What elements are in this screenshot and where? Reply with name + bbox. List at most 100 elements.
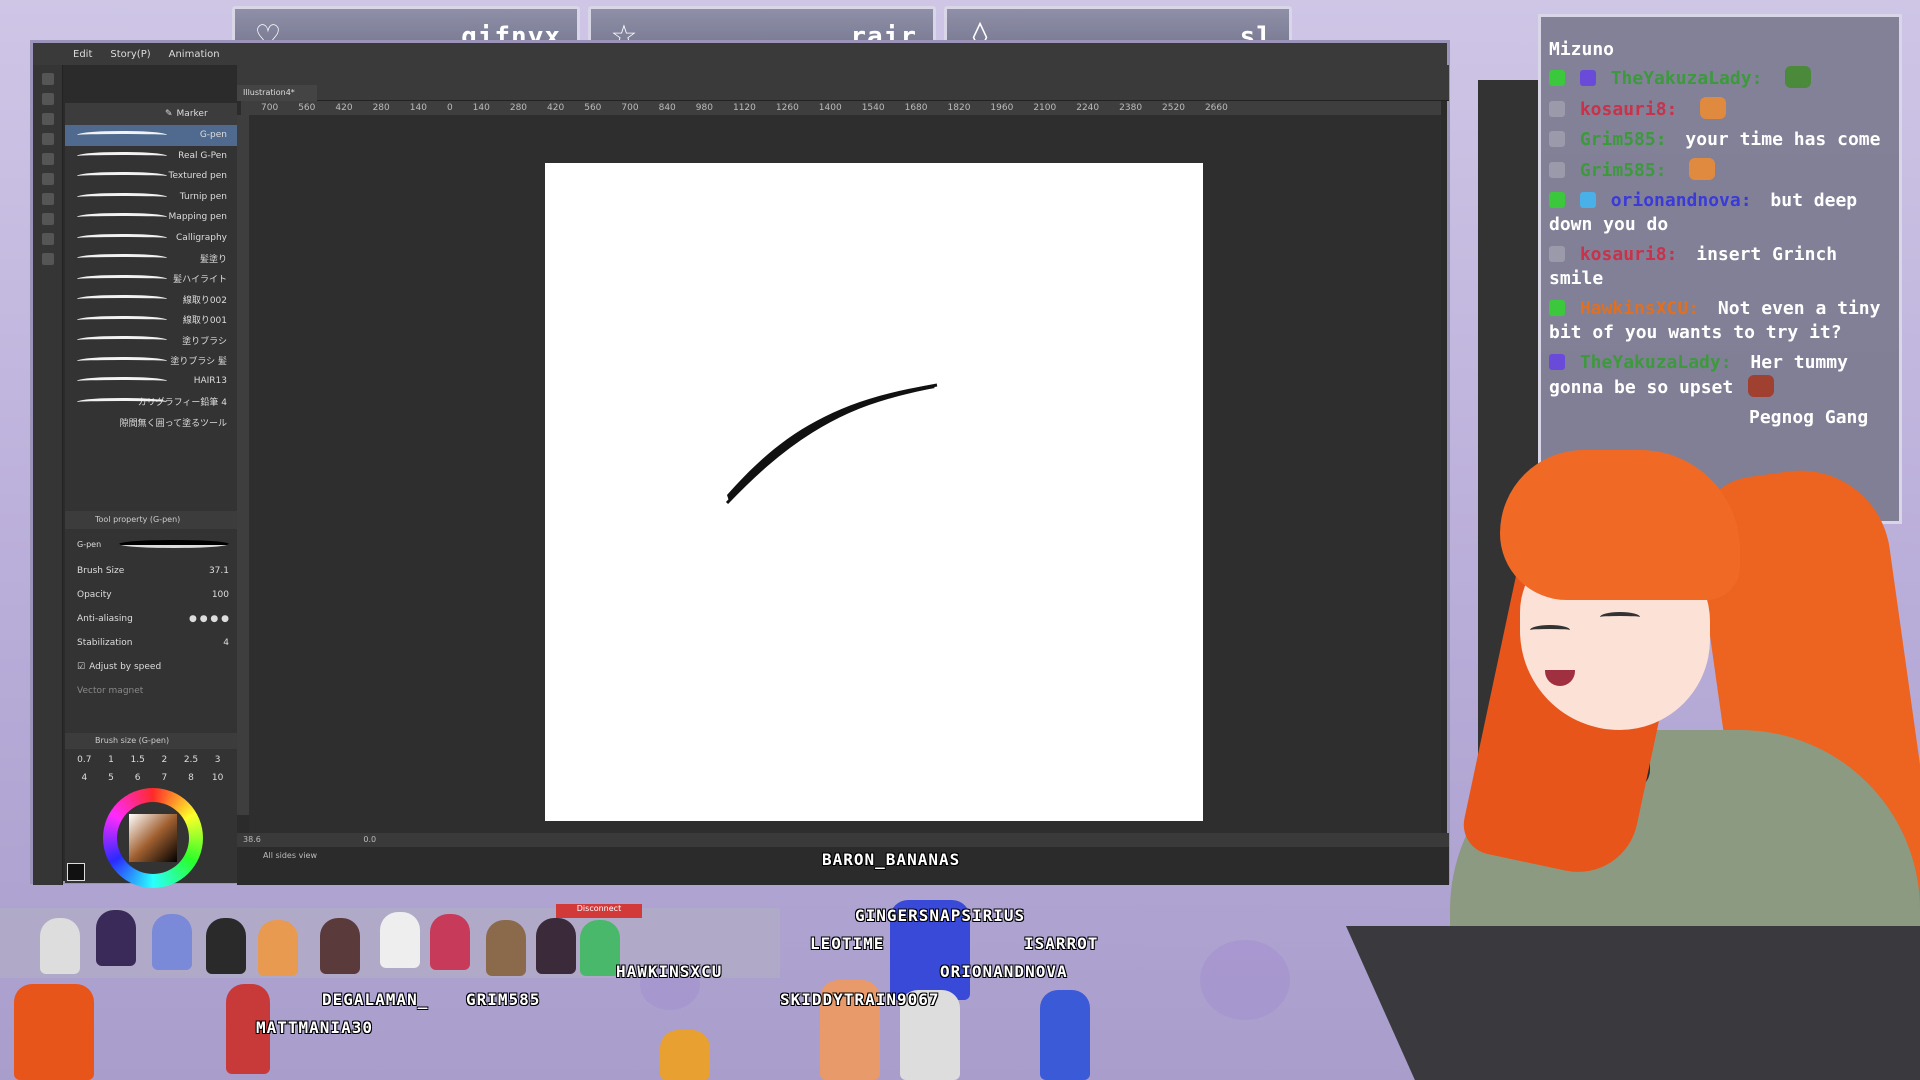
size-preset[interactable]: 2 [151, 755, 178, 765]
brush-item[interactable]: 線取り001 [65, 310, 237, 331]
ruler-tick: 1680 [904, 103, 928, 113]
brush-label: Turnip pen [179, 191, 227, 202]
brush-stroke-preview [77, 131, 167, 139]
tool-icon[interactable] [41, 133, 54, 145]
size-preset[interactable]: 10 [204, 773, 231, 783]
subtool-group-tab[interactable]: ✎ Marker [65, 103, 237, 125]
size-preset[interactable]: 6 [124, 773, 151, 783]
brush-stroke-preview [77, 233, 167, 242]
opacity-value[interactable]: 100 [212, 590, 229, 600]
brush-item[interactable]: 髪塗り [65, 248, 237, 269]
brush-size-value[interactable]: 37.1 [209, 566, 229, 576]
adjust-speed-row[interactable]: ☑ Adjust by speed [65, 655, 237, 679]
brush-item[interactable]: Turnip pen [65, 187, 237, 208]
checkbox-icon[interactable]: ☑ [77, 662, 85, 672]
size-preset[interactable]: 4 [71, 773, 98, 783]
size-preset[interactable]: 5 [98, 773, 125, 783]
brush-preset-preview[interactable]: G-pen [65, 529, 237, 559]
brush-stroke-preview [77, 151, 167, 160]
opacity-row[interactable]: Opacity 100 [65, 583, 237, 607]
ruler-tick: 2240 [1076, 103, 1100, 113]
size-preset[interactable]: 7 [151, 773, 178, 783]
ruler-tick: 140 [409, 103, 427, 113]
tool-icon[interactable] [41, 173, 54, 185]
chat-message: Pegnog Gang [1549, 406, 1891, 430]
brush-item[interactable]: 塗りブラシ 髪 [65, 351, 237, 372]
size-preset[interactable]: 1 [98, 755, 125, 765]
document-tab[interactable]: Illustration4* [237, 85, 317, 101]
brush-stroke-preview [77, 213, 167, 221]
brush-item[interactable]: 隙間無く囲って塗るツール [65, 412, 237, 433]
chat-message: TheYakuzaLady: Her tummy gonna be so ups… [1549, 351, 1891, 400]
tool-icon[interactable] [41, 93, 54, 105]
brush-item[interactable]: Mapping pen [65, 207, 237, 228]
crown-badge-icon [1579, 192, 1596, 208]
rotation-value[interactable]: 0.0 [363, 835, 376, 844]
brush-item[interactable]: 線取り002 [65, 289, 237, 310]
viewer-name: LEOTIME [810, 934, 885, 953]
emote-icon [1748, 375, 1775, 397]
color-square[interactable] [129, 814, 177, 862]
zoom-value[interactable]: 38.6 [243, 835, 261, 844]
menu-story[interactable]: Story(P) [110, 49, 150, 60]
tool-icon[interactable] [41, 213, 54, 225]
chat-message: kosauri8: [1549, 97, 1891, 122]
main-color-swatch[interactable] [67, 863, 85, 881]
preset-stroke-preview [119, 540, 229, 548]
tool-icon[interactable] [41, 73, 54, 85]
ruler-tick: 700 [261, 103, 279, 113]
brush-stroke-preview [77, 295, 167, 303]
stabilization-row[interactable]: Stabilization 4 [65, 631, 237, 655]
tool-icon[interactable] [41, 153, 54, 165]
brush-item[interactable]: 塗りブラシ [65, 330, 237, 351]
chat-message: Grim585: [1549, 158, 1891, 183]
ruler-tick: 2520 [1162, 103, 1185, 113]
viewer-sprite [96, 910, 136, 966]
brush-label: 髪塗り [199, 254, 227, 265]
tool-icon[interactable] [41, 233, 54, 245]
mod-badge-icon [1549, 70, 1565, 86]
menu-animation[interactable]: Animation [169, 49, 220, 60]
tool-icon[interactable] [41, 253, 54, 265]
brush-item[interactable]: カリグラフィー鉛筆 4 [65, 392, 237, 413]
badge-icon [1549, 192, 1565, 208]
all-sides-view-label[interactable]: All sides view [263, 851, 317, 860]
antialias-row[interactable]: Anti-aliasing ● ● ● ● [65, 607, 237, 631]
size-preset[interactable]: 3 [204, 755, 231, 765]
brush-item[interactable]: HAIR13 [65, 371, 237, 392]
tool-icon[interactable] [41, 113, 54, 125]
vector-magnet-row[interactable]: Vector magnet [65, 679, 237, 703]
tool-icon[interactable] [41, 193, 54, 205]
stabilization-value[interactable]: 4 [223, 638, 229, 648]
viewer-sprite [40, 918, 80, 974]
chat-username: HawkinsXCU: [1579, 298, 1700, 319]
size-preset[interactable]: 1.5 [124, 755, 151, 765]
sub-badge-icon [1579, 70, 1596, 86]
drawing-tablet [1346, 926, 1920, 1080]
chat-message: orionandnova: but deep down you do [1549, 189, 1891, 237]
size-preset[interactable]: 8 [178, 773, 205, 783]
chat-username: TheYakuzaLady: [1610, 68, 1763, 89]
drawing-canvas[interactable] [545, 163, 1203, 821]
brush-item[interactable]: Real G-Pen [65, 146, 237, 167]
ruler-tick: 2660 [1204, 103, 1228, 113]
brush-label: 髪ハイライト [173, 275, 227, 286]
brush-item[interactable]: 髪ハイライト [65, 269, 237, 290]
brush-stroke-preview [77, 274, 167, 283]
brush-item[interactable]: Calligraphy [65, 228, 237, 249]
menu-edit[interactable]: Edit [73, 49, 92, 60]
size-preset[interactable]: 0.7 [71, 755, 98, 765]
color-wheel[interactable] [103, 788, 203, 888]
chat-box: Mizuno TheYakuzaLady: kosauri8: Grim585:… [1538, 14, 1902, 524]
size-preset[interactable]: 2.5 [178, 755, 205, 765]
chat-message: kosauri8: insert Grinch smile [1549, 243, 1891, 291]
brush-item[interactable]: G-pen [65, 125, 237, 146]
brush-label: Textured pen [168, 171, 227, 182]
antialias-options[interactable]: ● ● ● ● [189, 614, 229, 624]
viewer-sprite [152, 914, 192, 970]
ruler-tick: 1820 [947, 103, 971, 113]
brush-stroke-preview [77, 377, 167, 385]
brush-item[interactable]: Textured pen [65, 166, 237, 187]
viewer-sprite [206, 918, 246, 974]
brush-size-row[interactable]: Brush Size 37.1 [65, 559, 237, 583]
